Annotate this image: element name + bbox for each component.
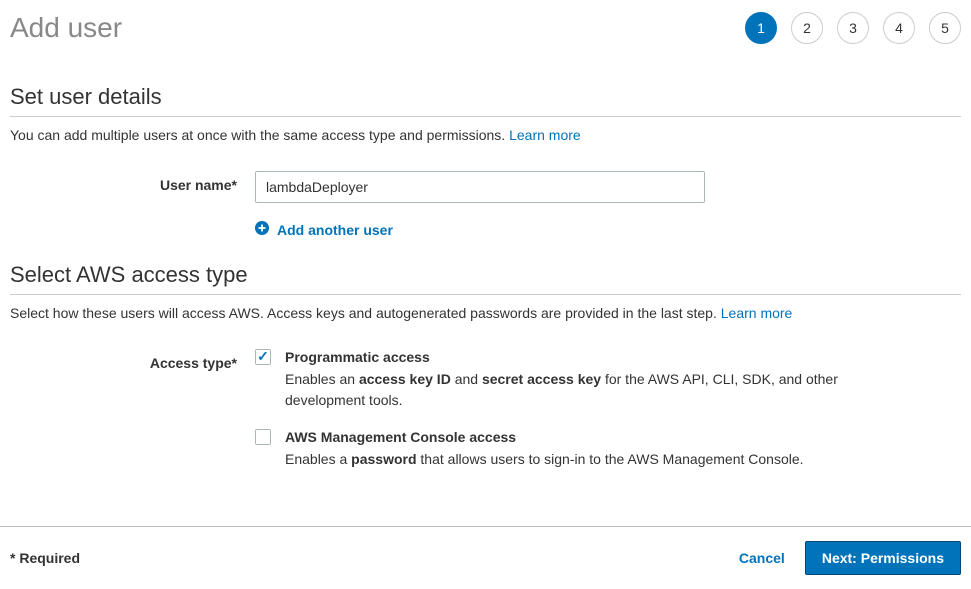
step-3[interactable]: 3 <box>837 12 869 44</box>
section-user-details-title: Set user details <box>10 84 961 117</box>
step-4[interactable]: 4 <box>883 12 915 44</box>
learn-more-link[interactable]: Learn more <box>509 127 581 143</box>
section-access-type-title: Select AWS access type <box>10 262 961 295</box>
console-access-checkbox[interactable] <box>255 429 271 445</box>
programmatic-access-title: Programmatic access <box>285 349 845 365</box>
section-access-type-desc: Select how these users will access AWS. … <box>10 295 961 321</box>
add-another-user-button[interactable]: Add another user <box>255 221 961 238</box>
user-details-desc-text: You can add multiple users at once with … <box>10 127 505 143</box>
add-another-user-label: Add another user <box>277 222 393 238</box>
page-title: Add user <box>10 12 122 44</box>
cancel-button[interactable]: Cancel <box>735 542 789 574</box>
programmatic-access-desc: Enables an access key ID and secret acce… <box>285 369 845 411</box>
required-note: * Required <box>10 550 80 566</box>
username-label: User name* <box>10 171 255 193</box>
learn-more-link-access[interactable]: Learn more <box>721 305 793 321</box>
step-2[interactable]: 2 <box>791 12 823 44</box>
section-user-details-desc: You can add multiple users at once with … <box>10 117 961 143</box>
access-type-desc-text: Select how these users will access AWS. … <box>10 305 717 321</box>
console-access-desc: Enables a password that allows users to … <box>285 449 845 470</box>
console-access-title: AWS Management Console access <box>285 429 845 445</box>
programmatic-access-checkbox[interactable] <box>255 349 271 365</box>
step-1[interactable]: 1 <box>745 12 777 44</box>
wizard-steps: 1 2 3 4 5 <box>745 12 961 44</box>
username-input[interactable] <box>255 171 705 203</box>
step-5[interactable]: 5 <box>929 12 961 44</box>
plus-circle-icon <box>255 221 269 238</box>
access-type-label: Access type* <box>10 349 255 371</box>
next-permissions-button[interactable]: Next: Permissions <box>805 541 961 575</box>
